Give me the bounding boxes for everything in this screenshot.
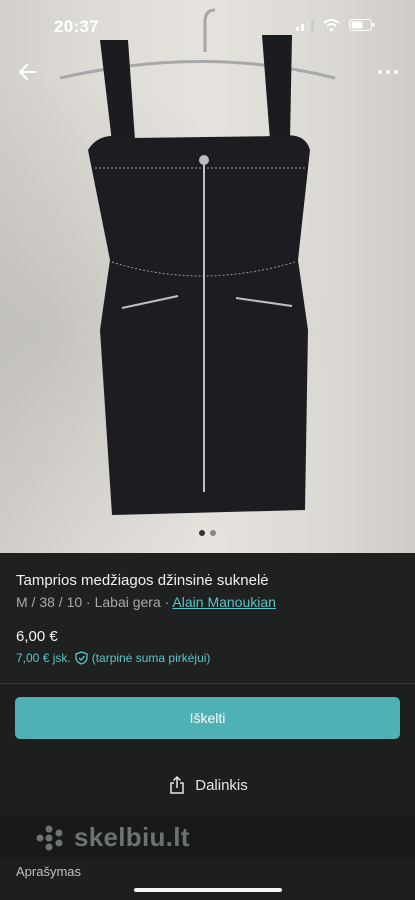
listing-price: 6,00 € xyxy=(16,628,58,645)
dress-image xyxy=(59,8,336,516)
buyer-price-value: 7,00 € jsk. xyxy=(16,651,71,665)
more-options-button[interactable] xyxy=(375,60,401,84)
listing-meta: M / 38 / 10 · Labai gera · Alain Manouki… xyxy=(16,594,276,610)
share-button[interactable]: Dalinkis xyxy=(0,770,415,800)
back-button[interactable] xyxy=(14,58,42,86)
listing-title: Tamprios medžiagos džinsinė suknelė xyxy=(16,572,269,589)
status-icons xyxy=(296,19,375,31)
listing-info: Tamprios medžiagos džinsinė suknelė M / … xyxy=(0,553,415,684)
skelbiu-logo: skelbiu.lt xyxy=(34,822,190,853)
shield-check-icon xyxy=(75,651,88,665)
brand-link[interactable]: Alain Manoukian xyxy=(172,594,276,610)
logo-text: skelbiu.lt xyxy=(74,822,190,852)
product-photo[interactable] xyxy=(0,0,415,553)
share-label: Dalinkis xyxy=(195,776,248,794)
pagination-dot-active[interactable] xyxy=(199,530,205,536)
buyer-price-note: (tarpinė suma pirkėjui) xyxy=(91,651,211,665)
dots-logo-icon xyxy=(36,825,63,850)
home-indicator[interactable] xyxy=(134,888,282,892)
divider xyxy=(0,683,415,684)
signal-icon xyxy=(296,19,314,31)
gallery-pagination xyxy=(0,530,415,536)
battery-icon xyxy=(349,19,375,31)
share-icon xyxy=(170,775,184,794)
arrow-left-icon xyxy=(19,64,37,80)
bump-button[interactable]: Iškelti xyxy=(15,697,400,739)
status-bar: 20:37 xyxy=(0,0,415,44)
pagination-dot[interactable] xyxy=(210,530,216,536)
wifi-icon xyxy=(323,19,340,31)
buyer-price[interactable]: 7,00 € jsk. (tarpinė suma pirkėjui) xyxy=(16,651,210,665)
status-time: 20:37 xyxy=(54,17,99,36)
more-horizontal-icon xyxy=(378,70,398,74)
description-heading: Aprašymas xyxy=(16,864,82,879)
size-condition: M / 38 / 10 · Labai gera · xyxy=(16,594,173,610)
